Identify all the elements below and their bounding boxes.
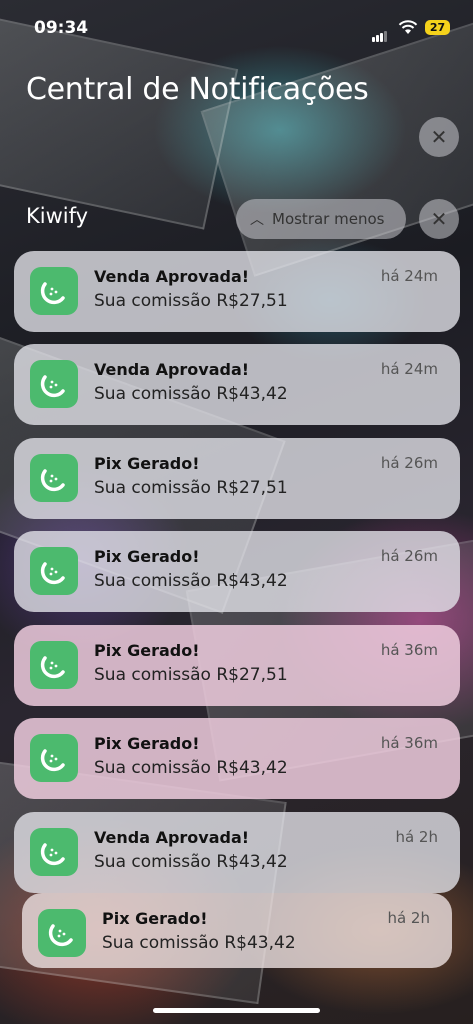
wifi-icon xyxy=(398,20,418,34)
notification-card[interactable]: Pix Gerado! Sua comissão R$43,42 há 26m xyxy=(14,531,460,612)
app-icon xyxy=(38,909,86,957)
notification-card[interactable]: Venda Aprovada! Sua comissão R$27,51 há 24… xyxy=(14,251,460,332)
notification-time: há 36m xyxy=(380,641,438,659)
group-app-name: Kiwify xyxy=(26,204,89,228)
home-indicator[interactable] xyxy=(153,1008,320,1013)
notification-body: Sua comissão R$43,42 xyxy=(94,384,288,404)
notification-body: Sua comissão R$43,42 xyxy=(94,758,288,778)
status-time: 09:34 xyxy=(34,18,89,38)
kiwify-icon xyxy=(40,375,65,398)
notification-time: há 24m xyxy=(380,360,438,378)
notification-title: Pix Gerado! xyxy=(94,454,200,473)
notification-card[interactable]: Pix Gerado! Sua comissão R$43,42 há 2h xyxy=(22,893,452,968)
kiwify-icon xyxy=(48,924,73,947)
notification-card[interactable]: Venda Aprovada! Sua comissão R$43,42 há 2h xyxy=(14,812,460,893)
notification-time: há 2h xyxy=(395,828,438,846)
notification-title: Venda Aprovada! xyxy=(94,828,250,847)
app-icon xyxy=(30,734,78,782)
app-icon xyxy=(30,454,78,502)
notification-time: há 26m xyxy=(380,547,438,565)
kiwify-icon xyxy=(40,282,65,305)
status-bar: 09:34 27 xyxy=(0,0,473,56)
group-close-icon[interactable]: ✕ xyxy=(419,199,459,239)
notification-body: Sua comissão R$43,42 xyxy=(94,571,288,591)
show-less-button[interactable]: ︿ Mostrar menos xyxy=(236,199,406,239)
notification-title: Pix Gerado! xyxy=(102,909,208,928)
show-less-label: Mostrar menos xyxy=(272,210,385,228)
notification-card[interactable]: Pix Gerado! Sua comissão R$43,42 há 36m xyxy=(14,718,460,799)
notification-body: Sua comissão R$27,51 xyxy=(94,291,288,311)
app-icon xyxy=(30,360,78,408)
kiwify-icon xyxy=(40,843,65,866)
notification-card[interactable]: Pix Gerado! Sua comissão R$27,51 há 36m xyxy=(14,625,460,706)
notification-time: há 26m xyxy=(380,454,438,472)
kiwify-icon xyxy=(40,562,65,585)
clear-all-close-icon[interactable]: ✕ xyxy=(419,117,459,157)
notification-time: há 36m xyxy=(380,734,438,752)
notification-title: Pix Gerado! xyxy=(94,641,200,660)
app-icon xyxy=(30,828,78,876)
notification-time: há 2h xyxy=(387,909,430,927)
battery-icon: 27 xyxy=(425,20,450,35)
notification-body: Sua comissão R$27,51 xyxy=(94,478,288,498)
app-icon xyxy=(30,641,78,689)
notification-card[interactable]: Venda Aprovada! Sua comissão R$43,42 há 24… xyxy=(14,344,460,425)
app-icon xyxy=(30,267,78,315)
notification-body: Sua comissão R$43,42 xyxy=(102,933,296,953)
notification-title: Pix Gerado! xyxy=(94,547,200,566)
cellular-signal-icon xyxy=(372,23,388,42)
notification-title: Pix Gerado! xyxy=(94,734,200,753)
notification-card[interactable]: Pix Gerado! Sua comissão R$27,51 há 26m xyxy=(14,438,460,519)
kiwify-icon xyxy=(40,469,65,492)
notification-time: há 24m xyxy=(380,267,438,285)
notification-body: Sua comissão R$27,51 xyxy=(94,665,288,685)
app-icon xyxy=(30,547,78,595)
notification-title: Venda Aprovada! xyxy=(94,360,250,379)
chevron-up-icon: ︿ xyxy=(250,212,264,228)
kiwify-icon xyxy=(40,656,65,679)
kiwify-icon xyxy=(40,749,65,772)
notification-title: Venda Aprovada! xyxy=(94,267,250,286)
notification-body: Sua comissão R$43,42 xyxy=(94,852,288,872)
page-title: Central de Notificações xyxy=(26,72,369,107)
